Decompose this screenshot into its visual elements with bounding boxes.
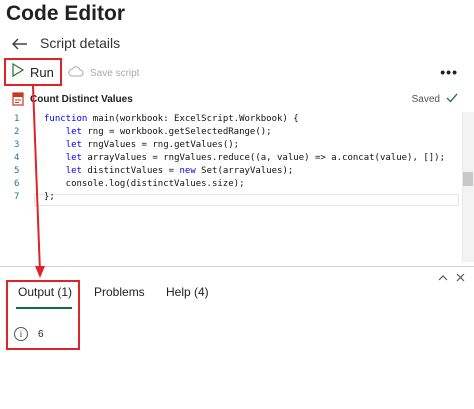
- code-editor[interactable]: 1 2 3 4 5 6 7 function main(workbook: Ex…: [0, 112, 474, 262]
- active-tab-indicator: [16, 307, 72, 309]
- save-status-label: Saved: [411, 94, 440, 105]
- page-subtitle: Script details: [40, 35, 121, 51]
- code-line: };: [44, 192, 55, 202]
- line-number: 2: [14, 127, 20, 137]
- toolbar: Run Save script •••: [0, 58, 474, 88]
- line-number: 7: [14, 192, 20, 202]
- save-script-label: Save script: [90, 67, 140, 79]
- code-line: function main(workbook: ExcelScript.Work…: [44, 114, 299, 124]
- code-line: let distinctValues = new Set(arrayValues…: [65, 166, 294, 176]
- code-line: console.log(distinctValues.size);: [44, 179, 245, 189]
- output-panel: Output (1) Problems Help (4) i 6: [0, 267, 474, 409]
- checkmark-icon: [446, 93, 458, 106]
- line-number: 5: [14, 166, 20, 176]
- save-status: Saved: [412, 93, 458, 106]
- tab-help[interactable]: Help (4): [166, 285, 209, 299]
- close-icon[interactable]: [456, 271, 465, 285]
- script-name: Count Distinct Values: [30, 94, 133, 105]
- output-entry: i 6: [14, 327, 44, 341]
- app-title: Code Editor: [6, 2, 125, 25]
- cloud-save-icon: [68, 65, 84, 81]
- line-number: 4: [14, 153, 20, 163]
- tab-problems[interactable]: Problems: [94, 285, 145, 299]
- code-line: let arrayValues = rngValues.reduce((a, v…: [65, 153, 445, 163]
- line-number: 6: [14, 179, 20, 189]
- back-arrow-icon[interactable]: [10, 34, 30, 54]
- play-icon: [12, 62, 25, 82]
- line-gutter: 1 2 3 4 5 6 7: [0, 112, 34, 262]
- title-bar: Code Editor: [0, 0, 474, 30]
- run-label: Run: [30, 64, 54, 80]
- sub-header: Script details: [0, 30, 474, 58]
- file-row: Count Distinct Values Saved: [0, 88, 474, 110]
- save-script-button[interactable]: Save script: [68, 64, 139, 82]
- run-button[interactable]: Run: [4, 58, 62, 86]
- code-area[interactable]: function main(workbook: ExcelScript.Work…: [44, 112, 464, 262]
- line-number: 3: [14, 140, 20, 150]
- line-number: 1: [14, 114, 20, 124]
- script-file-icon: [12, 92, 24, 106]
- chevron-up-icon[interactable]: [438, 273, 448, 284]
- info-icon: i: [14, 327, 28, 341]
- scrollbar-thumb[interactable]: [463, 172, 473, 186]
- code-line: let rngValues = rng.getValues();: [65, 140, 240, 150]
- code-line: let rng = workbook.getSelectedRange();: [65, 127, 272, 137]
- tab-output[interactable]: Output (1): [18, 285, 72, 299]
- more-icon[interactable]: •••: [440, 64, 458, 80]
- editor-scrollbar[interactable]: [462, 112, 474, 262]
- output-value: 6: [38, 328, 44, 340]
